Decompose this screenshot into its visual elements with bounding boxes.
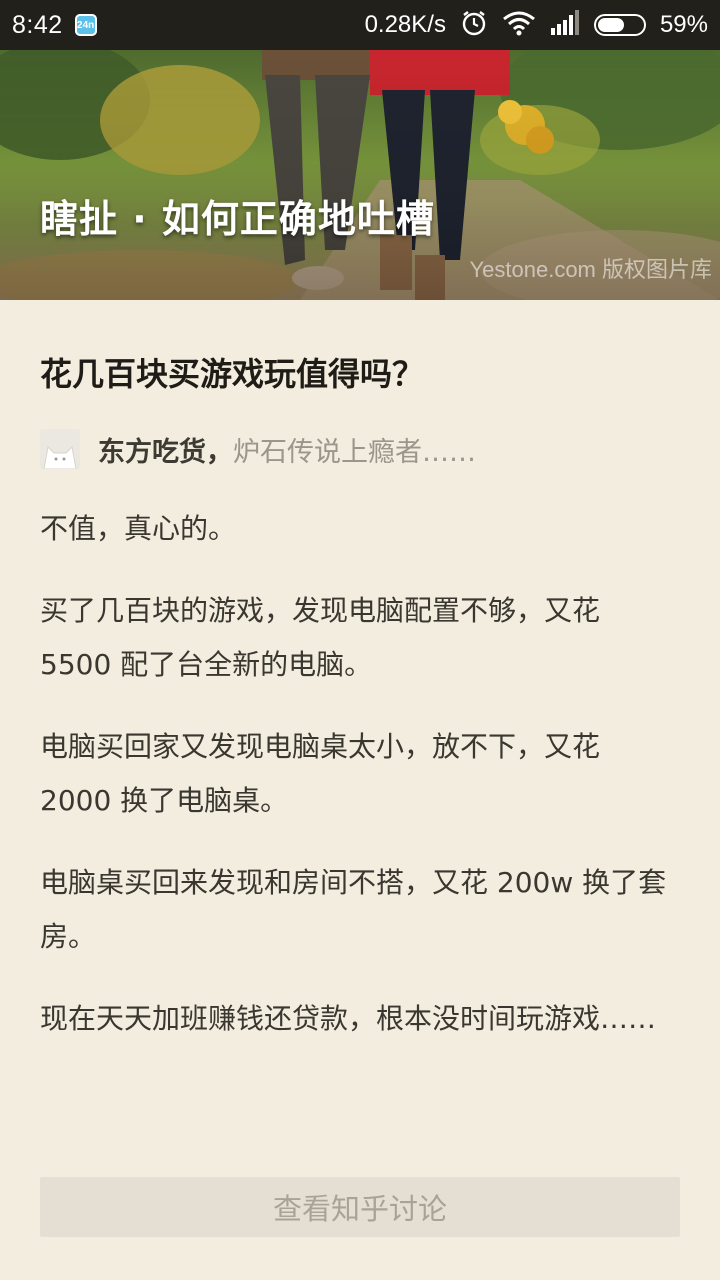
status-bar: 8:42 24n 0.28K/s 59%	[0, 0, 720, 50]
battery-icon	[593, 14, 646, 36]
answer-paragraph: 电脑买回家又发现电脑桌太小，放不下，又花 2000 换了电脑桌。	[40, 730, 601, 817]
status-right-group: 0.28K/s 59%	[365, 9, 708, 41]
answer-paragraph: 现在天天加班赚钱还贷款，根本没时间玩游戏……	[40, 1002, 657, 1035]
author-row[interactable]: 东方吃货， 炉石传说上瘾者……	[40, 428, 680, 470]
battery-percentage: 59%	[659, 11, 708, 38]
cellular-signal-icon	[550, 10, 580, 40]
alarm-icon	[460, 9, 488, 41]
image-watermark: Yestone.com 版权图片库	[469, 257, 713, 282]
view-zhihu-discussion-button[interactable]: 查看知乎讨论	[40, 1177, 680, 1237]
header-image: 瞎扯 · 如何正确地吐槽 Yestone.com 版权图片库	[0, 50, 720, 300]
author-name[interactable]: 东方吃货，	[98, 430, 233, 469]
answer-paragraph: 电脑桌买回来发现和房间不搭，又花 200w 换了套房。	[40, 866, 667, 953]
column-title: 瞎扯 · 如何正确地吐槽	[40, 197, 435, 241]
question-title[interactable]: 花几百块买游戏玩值得吗？	[40, 352, 680, 396]
answer-paragraph: 买了几百块的游戏，发现电脑配置不够，又花 5500 配了台全新的电脑。	[40, 594, 601, 681]
cat-avatar-icon	[40, 429, 80, 469]
answer-paragraph: 不值，真心的。	[40, 512, 237, 545]
notification-app-icon: 24n	[74, 14, 97, 36]
battery-level	[597, 18, 624, 32]
author-bio: 炉石传说上瘾者……	[233, 436, 476, 468]
article-content: 花几百块买游戏玩值得吗？ 东方吃货， 炉石传说上瘾者…… 不值，真心的。 买了几…	[0, 300, 720, 1046]
wifi-icon	[502, 9, 536, 41]
network-speed: 0.28K/s	[364, 11, 446, 38]
avatar[interactable]	[40, 429, 80, 469]
status-time: 8:42	[12, 10, 63, 39]
